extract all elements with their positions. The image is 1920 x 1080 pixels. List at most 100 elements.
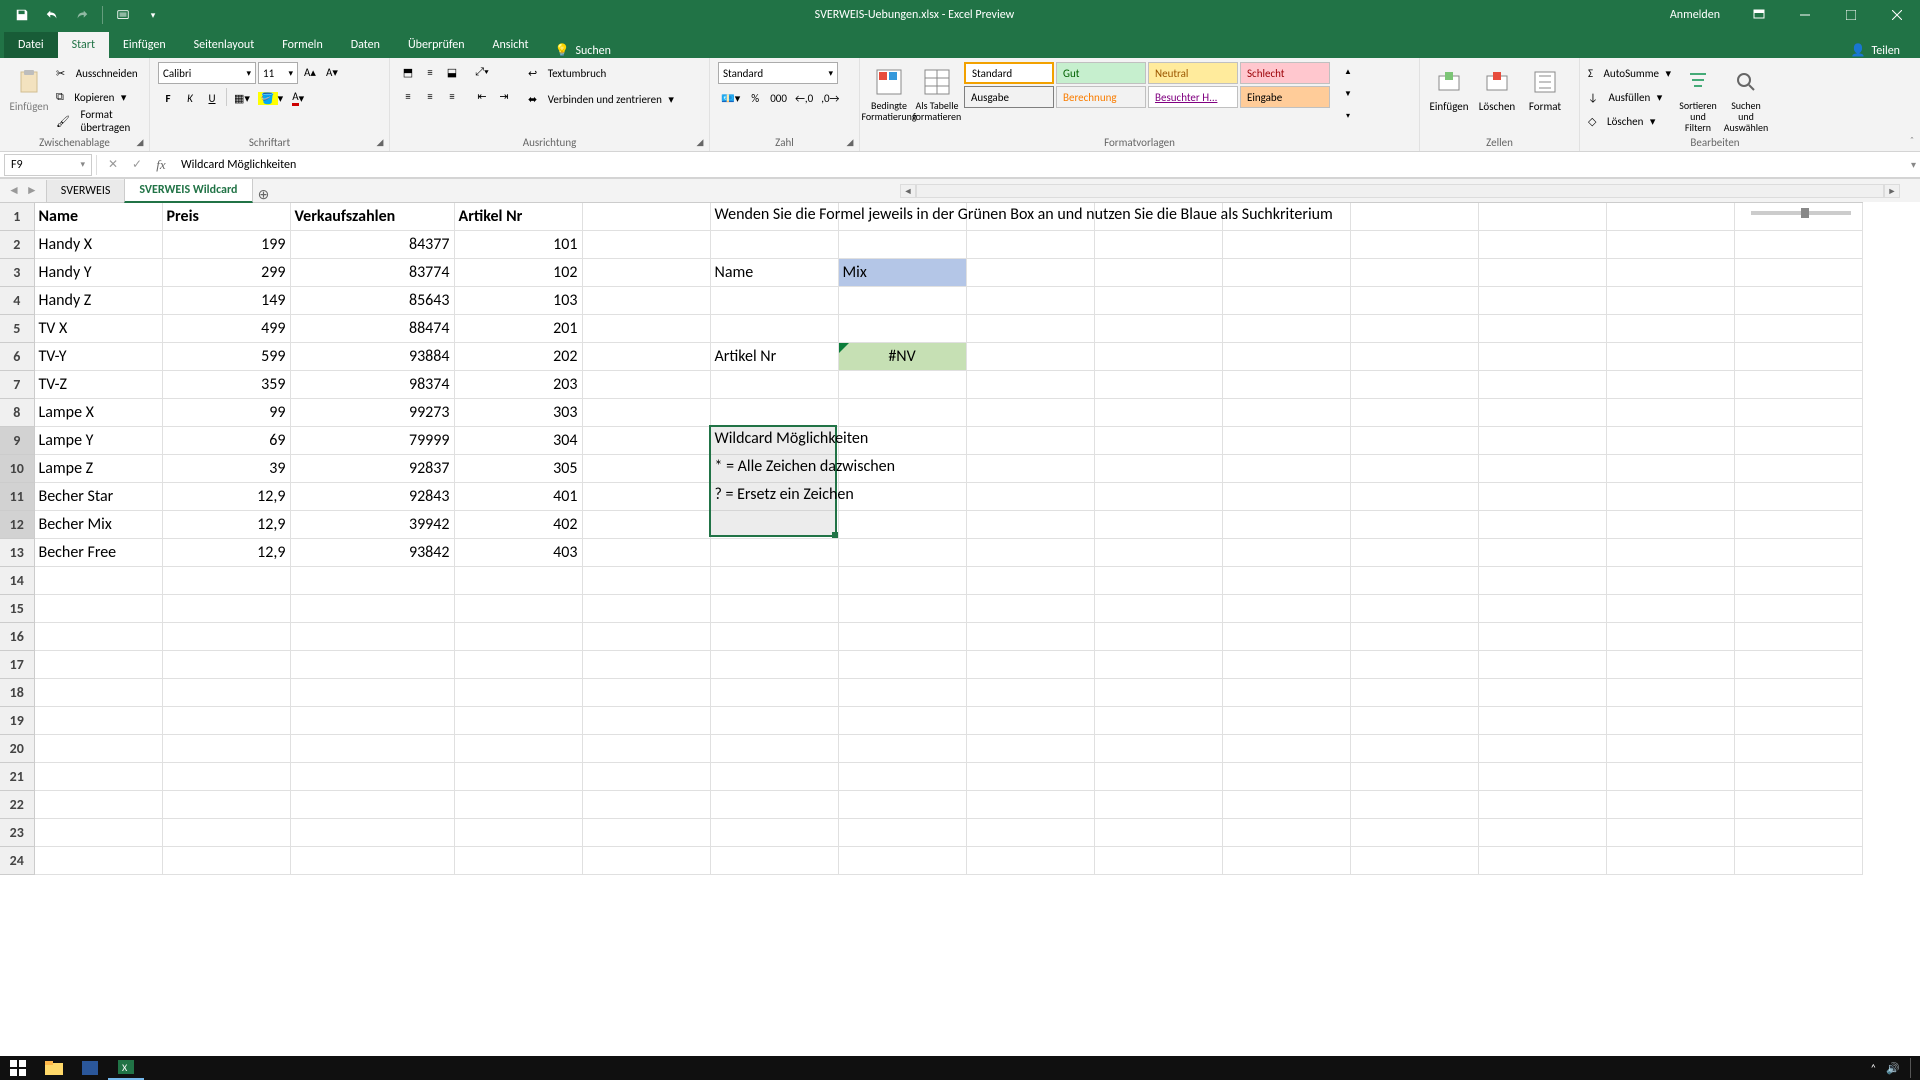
align-launcher-icon[interactable]: ◢ <box>693 135 707 149</box>
cell-H21[interactable] <box>966 762 1094 790</box>
cell-M4[interactable] <box>1606 286 1734 314</box>
number-format-select[interactable]: Standard▾ <box>718 62 838 84</box>
cell-N2[interactable] <box>1734 230 1862 258</box>
cell-N19[interactable] <box>1734 706 1862 734</box>
cell-D10[interactable]: 305 <box>454 454 582 482</box>
cell-H24[interactable] <box>966 846 1094 874</box>
sheet-tab-sverweis-wildcard[interactable]: SVERWEIS Wildcard <box>124 179 252 203</box>
row-header-4[interactable]: 4 <box>0 286 34 314</box>
cell-F23[interactable] <box>710 818 838 846</box>
cell-I24[interactable] <box>1094 846 1222 874</box>
cell-B4[interactable]: 149 <box>162 286 290 314</box>
cell-B24[interactable] <box>162 846 290 874</box>
cell-K15[interactable] <box>1350 594 1478 622</box>
cell-F7[interactable] <box>710 370 838 398</box>
cell-A4[interactable]: Handy Z <box>34 286 162 314</box>
cell-C14[interactable] <box>290 566 454 594</box>
cell-A9[interactable]: Lampe Y <box>34 426 162 454</box>
cell-E18[interactable] <box>582 678 710 706</box>
cell-B17[interactable] <box>162 650 290 678</box>
cell-A22[interactable] <box>34 790 162 818</box>
cell-N23[interactable] <box>1734 818 1862 846</box>
cell-C17[interactable] <box>290 650 454 678</box>
cell-K17[interactable] <box>1350 650 1478 678</box>
cell-N15[interactable] <box>1734 594 1862 622</box>
cell-H18[interactable] <box>966 678 1094 706</box>
cell-K14[interactable] <box>1350 566 1478 594</box>
cell-D5[interactable]: 201 <box>454 314 582 342</box>
cell-D15[interactable] <box>454 594 582 622</box>
cell-J12[interactable] <box>1222 510 1350 538</box>
cell-M6[interactable] <box>1606 342 1734 370</box>
cell-B15[interactable] <box>162 594 290 622</box>
style-ausgabe[interactable]: Ausgabe <box>964 86 1054 108</box>
cell-C18[interactable] <box>290 678 454 706</box>
horizontal-scrollbar[interactable]: ◄ ► <box>900 184 1900 198</box>
cell-J3[interactable] <box>1222 258 1350 286</box>
tab-view[interactable]: Ansicht <box>479 32 543 58</box>
cell-I22[interactable] <box>1094 790 1222 818</box>
cell-A24[interactable] <box>34 846 162 874</box>
row-header-16[interactable]: 16 <box>0 622 34 650</box>
row-header-21[interactable]: 21 <box>0 762 34 790</box>
format-cells-button[interactable]: Format <box>1524 62 1566 117</box>
row-header-15[interactable]: 15 <box>0 594 34 622</box>
cell-G13[interactable] <box>838 538 966 566</box>
fill-color-button[interactable]: 🪣▾ <box>255 88 286 108</box>
cell-G22[interactable] <box>838 790 966 818</box>
cell-E19[interactable] <box>582 706 710 734</box>
cell-J16[interactable] <box>1222 622 1350 650</box>
cell-I6[interactable] <box>1094 342 1222 370</box>
style-besucht[interactable]: Besuchter H... <box>1148 86 1238 108</box>
cell-C24[interactable] <box>290 846 454 874</box>
ribbon-options-icon[interactable] <box>1736 0 1782 30</box>
file-explorer-icon[interactable] <box>36 1056 72 1080</box>
underline-button[interactable]: U <box>202 88 222 108</box>
cell-D7[interactable]: 203 <box>454 370 582 398</box>
row-header-1[interactable]: 1 <box>0 202 34 230</box>
align-center-icon[interactable]: ≡ <box>420 86 440 106</box>
cell-M14[interactable] <box>1606 566 1734 594</box>
cell-C23[interactable] <box>290 818 454 846</box>
cell-D6[interactable]: 202 <box>454 342 582 370</box>
cell-E6[interactable] <box>582 342 710 370</box>
cell-F14[interactable] <box>710 566 838 594</box>
cell-E2[interactable] <box>582 230 710 258</box>
cell-E5[interactable] <box>582 314 710 342</box>
cell-C9[interactable]: 79999 <box>290 426 454 454</box>
cell-J13[interactable] <box>1222 538 1350 566</box>
row-header-22[interactable]: 22 <box>0 790 34 818</box>
cell-L16[interactable] <box>1478 622 1606 650</box>
cell-M19[interactable] <box>1606 706 1734 734</box>
cell-E11[interactable] <box>582 482 710 510</box>
cell-J10[interactable] <box>1222 454 1350 482</box>
cell-J17[interactable] <box>1222 650 1350 678</box>
cell-E13[interactable] <box>582 538 710 566</box>
cell-D2[interactable]: 101 <box>454 230 582 258</box>
cell-G6[interactable]: #NV <box>838 342 966 370</box>
style-standard[interactable]: Standard <box>964 62 1054 84</box>
cell-D17[interactable] <box>454 650 582 678</box>
format-as-table-button[interactable]: Als Tabelle formatieren <box>916 62 958 126</box>
cell-L9[interactable] <box>1478 426 1606 454</box>
cell-A15[interactable] <box>34 594 162 622</box>
cell-F10[interactable]: * = Alle Zeichen dazwischen <box>710 454 838 482</box>
cell-E8[interactable] <box>582 398 710 426</box>
cell-M7[interactable] <box>1606 370 1734 398</box>
row-header-19[interactable]: 19 <box>0 706 34 734</box>
clipboard-launcher-icon[interactable]: ◢ <box>133 135 147 149</box>
cell-H8[interactable] <box>966 398 1094 426</box>
increase-decimal-icon[interactable]: ←,0 <box>792 88 816 108</box>
cell-M10[interactable] <box>1606 454 1734 482</box>
percent-icon[interactable]: % <box>745 88 765 108</box>
tab-data[interactable]: Daten <box>337 32 394 58</box>
cell-J22[interactable] <box>1222 790 1350 818</box>
cell-G18[interactable] <box>838 678 966 706</box>
cell-F18[interactable] <box>710 678 838 706</box>
excel-taskbar-icon[interactable]: X <box>108 1056 144 1080</box>
cell-L4[interactable] <box>1478 286 1606 314</box>
cell-L5[interactable] <box>1478 314 1606 342</box>
cell-J20[interactable] <box>1222 734 1350 762</box>
cell-K20[interactable] <box>1350 734 1478 762</box>
cell-B8[interactable]: 99 <box>162 398 290 426</box>
